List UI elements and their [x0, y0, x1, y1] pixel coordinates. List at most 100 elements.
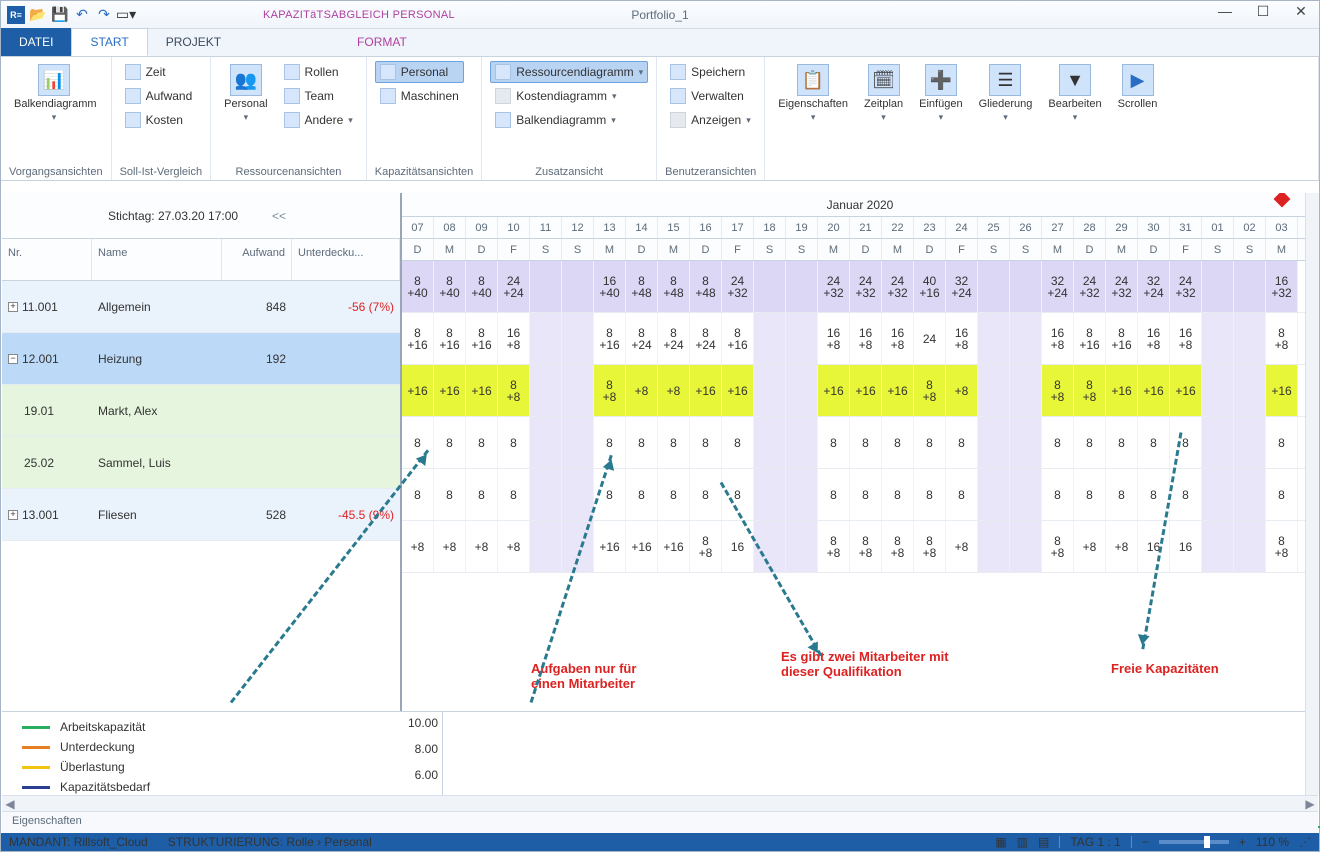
horizontal-scrollbar[interactable]: ◀▶ — [2, 795, 1318, 811]
zeitplan-button[interactable]: 🗓Zeitplan — [859, 61, 908, 126]
zoom-in-button[interactable]: + — [1239, 835, 1246, 849]
balkendiagramm2-button[interactable]: Balkendiagramm — [490, 109, 648, 131]
expand-icon[interactable]: + — [8, 302, 18, 312]
undo-icon[interactable]: ↶ — [73, 6, 91, 24]
anzeigen-button[interactable]: Anzeigen — [665, 109, 756, 131]
grid-cell — [1202, 521, 1234, 572]
close-button[interactable]: ✕ — [1289, 3, 1313, 20]
ressourcendiagramm-button[interactable]: Ressourcendiagramm — [490, 61, 648, 83]
kostendiagramm-button[interactable]: Kostendiagramm — [490, 85, 648, 107]
grid-cell: 8+8 — [594, 365, 626, 416]
right-pane: Januar 2020 0708091011121314151617181920… — [402, 193, 1318, 795]
grid-cell — [754, 313, 786, 364]
window-dropdown-icon[interactable]: ▭▾ — [117, 6, 135, 24]
vertical-scrollbar[interactable] — [1305, 193, 1319, 795]
group-kapazitaetsansichten: Personal Maschinen Kapazitätsansichten — [367, 57, 482, 180]
rollen-button[interactable]: Rollen — [279, 61, 358, 83]
minimize-button[interactable]: — — [1213, 3, 1237, 20]
bearbeiten-button[interactable]: ▼Bearbeiten — [1043, 61, 1106, 126]
scroll-left-icon[interactable]: ◀ — [2, 797, 18, 811]
kap-maschinen-button[interactable]: Maschinen — [375, 85, 464, 107]
grid-cell: +16 — [1266, 365, 1298, 416]
grid-cell — [562, 521, 594, 572]
grid-cell — [754, 417, 786, 468]
col-aufwand[interactable]: Aufwand — [222, 239, 292, 280]
einfuegen-button[interactable]: ➕Einfügen — [914, 61, 967, 126]
grid-cell: 8+16 — [1074, 313, 1106, 364]
open-icon[interactable]: 📂 — [29, 6, 47, 24]
scroll-right-icon[interactable]: ▶ — [1302, 797, 1318, 811]
view-icon-1[interactable]: ▦ — [995, 835, 1006, 849]
col-unterdeckung[interactable]: Unterdecku... — [292, 239, 400, 280]
table-row[interactable]: +11.001Allgemein848-56 (7%) — [2, 281, 400, 333]
dow-cell: S — [1010, 239, 1042, 260]
tab-start[interactable]: START — [71, 28, 147, 56]
dow-cell: D — [1138, 239, 1170, 260]
gliederung-button[interactable]: ☰Gliederung — [974, 61, 1038, 126]
grid-cell: +8 — [946, 521, 978, 572]
grid-cell: 8 — [1170, 417, 1202, 468]
col-nr[interactable]: Nr. — [2, 239, 92, 280]
grid-cell: 8+40 — [434, 261, 466, 312]
dow-cell: M — [818, 239, 850, 260]
dow-cell: M — [1266, 239, 1298, 260]
view-icon-3[interactable]: ▤ — [1038, 835, 1049, 849]
scrollen-button[interactable]: ▶Scrollen — [1113, 61, 1163, 113]
verwalten-button[interactable]: Verwalten — [665, 85, 756, 107]
table-row[interactable]: +13.001Fliesen528-45.5 (9%) — [2, 489, 400, 541]
grid-cell: +16 — [818, 365, 850, 416]
grid-cell — [1010, 521, 1042, 572]
day-cell: 26 — [1010, 217, 1042, 238]
grid-cell — [754, 521, 786, 572]
table-row[interactable]: 25.02Sammel, Luis — [2, 437, 400, 489]
grid-cell: 8 — [1266, 469, 1298, 520]
speichern-button[interactable]: Speichern — [665, 61, 756, 83]
grid-cell: 8 — [1170, 469, 1202, 520]
balkendiagramm-button[interactable]: 📊Balkendiagramm — [9, 61, 99, 126]
maximize-button[interactable]: ☐ — [1251, 3, 1275, 20]
view-icon-2[interactable]: ▥ — [1017, 835, 1028, 849]
kosten-button[interactable]: Kosten — [120, 109, 198, 131]
table-row[interactable]: −12.001Heizung192 — [2, 333, 400, 385]
andere-button[interactable]: Andere — [279, 109, 358, 131]
eigenschaften-button[interactable]: 📋Eigenschaften — [773, 61, 853, 126]
group-zusatzansicht: Ressourcendiagramm Kostendiagramm Balken… — [482, 57, 657, 180]
grid-cell: 8 — [722, 469, 754, 520]
day-cell: 03 — [1266, 217, 1298, 238]
dow-cell: D — [690, 239, 722, 260]
tab-datei[interactable]: DATEI — [1, 28, 71, 56]
grid-cell: 8+16 — [722, 313, 754, 364]
cost-icon — [495, 88, 511, 104]
grid-cell — [978, 313, 1010, 364]
zoom-out-button[interactable]: − — [1142, 835, 1149, 849]
grid-cell: 8+16 — [434, 313, 466, 364]
tab-format[interactable]: FORMAT — [339, 28, 425, 56]
aufwand-button[interactable]: Aufwand — [120, 85, 198, 107]
zoom-slider[interactable] — [1159, 840, 1229, 844]
dow-cell: S — [978, 239, 1010, 260]
zoom-percent[interactable]: 110 % — [1256, 835, 1289, 849]
table-row[interactable]: 19.01Markt, Alex — [2, 385, 400, 437]
collapse-button[interactable]: << — [264, 209, 294, 223]
grid-cell: 24+32 — [722, 261, 754, 312]
grid-cell: 8 — [658, 469, 690, 520]
properties-bar[interactable]: Eigenschaften — [2, 811, 1318, 833]
legend-item: Kapazitätsbedarf — [22, 780, 382, 794]
expand-icon[interactable]: + — [8, 510, 18, 520]
col-name[interactable]: Name — [92, 239, 222, 280]
tab-projekt[interactable]: PROJEKT — [148, 28, 239, 56]
grid-cell: 16+8 — [498, 313, 530, 364]
zeit-button[interactable]: Zeit — [120, 61, 198, 83]
redo-icon[interactable]: ↷ — [95, 6, 113, 24]
grid-cell: +8 — [626, 365, 658, 416]
zoom-tag[interactable]: TAG 1 : 1 — [1070, 835, 1120, 849]
expand-icon[interactable]: − — [8, 354, 18, 364]
grid-cell — [1234, 313, 1266, 364]
kap-personal-button[interactable]: Personal — [375, 61, 464, 83]
resize-grip-icon[interactable]: ⋰ — [1299, 835, 1311, 849]
personal-button[interactable]: 👥Personal — [219, 61, 272, 126]
grid-cell: +16 — [466, 365, 498, 416]
team-button[interactable]: Team — [279, 85, 358, 107]
grid-cell: 8 — [402, 417, 434, 468]
save-icon[interactable]: 💾 — [51, 6, 69, 24]
